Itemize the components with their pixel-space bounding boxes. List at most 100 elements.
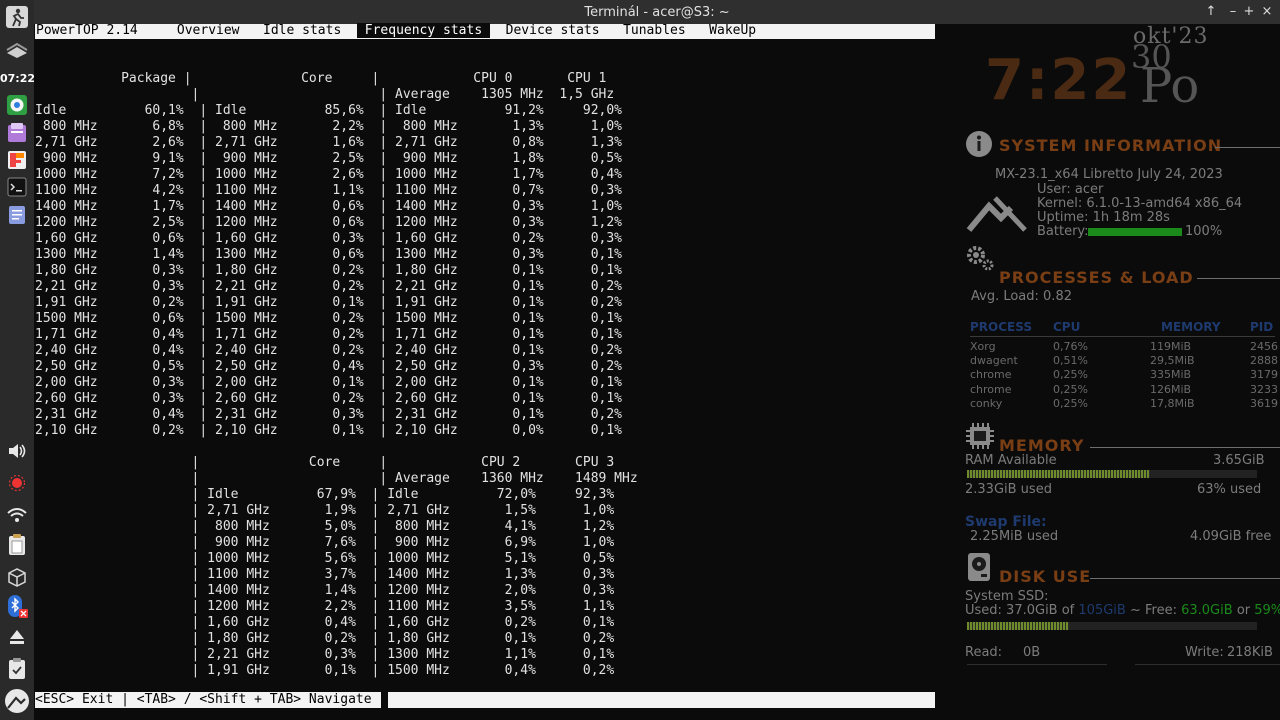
- table-row: 1,60 GHz 0,6% | 1,60 GHz 0,3% | 1,60 GHz…: [35, 231, 622, 246]
- tab-frequency-stats[interactable]: Frequency stats: [356, 23, 490, 38]
- table-row: | 2,21 GHz 0,3% | 1300 MHz 1,1% 0,1%: [35, 647, 615, 662]
- close-button[interactable]: ×: [1258, 3, 1276, 21]
- table-row: 2,50 GHz 0,5% | 2,50 GHz 0,4% | 2,50 GHz…: [35, 359, 622, 374]
- table1-average: | | Average 1305 MHz 1,5 GHz: [35, 87, 615, 102]
- distro: MX-23.1_x64 Libretto July 24, 2023: [995, 167, 1223, 182]
- table-row: 1,80 GHz 0,3% | 1,80 GHz 0,2% | 1,80 GHz…: [35, 263, 622, 278]
- swap-used: 2.25MiB used: [970, 529, 1059, 544]
- disk-bar: [967, 622, 1257, 630]
- frequency-table: Package | Core | CPU 0 CPU 1 | | Average…: [35, 71, 638, 679]
- powertop-menu: PowerTOP 2.14 Overview Idle stats Freque…: [36, 23, 756, 39]
- volume-icon[interactable]: [4, 438, 30, 464]
- table-row: 1200 MHz 2,5% | 1200 MHz 0,6% | 1200 MHz…: [35, 215, 622, 230]
- table-row: | 1200 MHz 2,2% | 1100 MHz 3,5% 1,1%: [35, 599, 615, 614]
- app-menu-icon[interactable]: [4, 4, 30, 30]
- panel-clock[interactable]: 07:22: [0, 72, 35, 85]
- table-row: 1100 MHz 4,2% | 1100 MHz 1,1% | 1100 MHz…: [35, 183, 622, 198]
- disk-label: System SSD:: [965, 589, 1049, 604]
- mx-logo-icon[interactable]: [4, 688, 30, 714]
- ram-bar: [967, 470, 1257, 478]
- table-row: 900 MHz 9,1% | 900 MHz 2,5% | 900 MHz 1,…: [35, 151, 622, 166]
- text-editor-icon[interactable]: [4, 202, 30, 228]
- swap-free: 4.09GiB free: [1190, 529, 1272, 544]
- ram-used: 2.33GiB used: [965, 482, 1052, 497]
- table-row: 1400 MHz 1,7% | 1400 MHz 0,6% | 1400 MHz…: [35, 199, 622, 214]
- tab-tunables[interactable]: Tunables: [623, 23, 686, 38]
- table-row: 2,31 GHz 0,4% | 2,31 GHz 0,3% | 2,31 GHz…: [35, 407, 622, 422]
- table-row: | 1,60 GHz 0,4% | 1,60 GHz 0,2% 0,1%: [35, 615, 615, 630]
- battery-bar: [1088, 228, 1182, 236]
- table-row: | 2,71 GHz 1,9% | 2,71 GHz 1,5% 1,0%: [35, 503, 615, 518]
- bluetooth-icon[interactable]: [4, 594, 30, 620]
- ram-label: RAM Available: [965, 453, 1057, 468]
- status-text: <ESC> Exit | <TAB> / <Shift + TAB> Navig…: [35, 692, 388, 707]
- ram-used-percent: 63% used: [1197, 482, 1262, 497]
- eject-icon[interactable]: [4, 624, 30, 650]
- kernel: Kernel: 6.1.0-13-amd64 x86_64: [1037, 196, 1243, 211]
- file-manager-icon[interactable]: [4, 120, 30, 146]
- status-bar: <ESC> Exit | <TAB> / <Shift + TAB> Navig…: [35, 692, 935, 708]
- blank: [35, 439, 638, 455]
- battery-value: 100%: [1185, 224, 1223, 239]
- chrome-icon[interactable]: [4, 92, 30, 118]
- clipboard-check-icon[interactable]: [4, 656, 30, 682]
- memory-chip-icon: [965, 422, 995, 454]
- wifi-icon[interactable]: [4, 502, 30, 528]
- table-row: 1300 MHz 1,4% | 1300 MHz 0,6% | 1300 MHz…: [35, 247, 622, 262]
- terminal-icon[interactable]: [4, 174, 30, 200]
- user: User: acer: [1037, 182, 1104, 197]
- table-row: | 1400 MHz 1,4% | 1200 MHz 2,0% 0,3%: [35, 583, 615, 598]
- table-row: 2,71 GHz 2,6% | 2,71 GHz 1,6% | 2,71 GHz…: [35, 135, 622, 150]
- table2-header: | Core | CPU 2 CPU 3: [35, 455, 615, 470]
- tab-overview[interactable]: Overview: [177, 23, 240, 38]
- table-row: 2,10 GHz 0,2% | 2,10 GHz 0,1% | 2,10 GHz…: [35, 423, 622, 438]
- table2-average: | | Average 1360 MHz 1489 MHz: [35, 471, 638, 486]
- day-abbr: Po: [1140, 58, 1200, 114]
- mx-logo-icon: [965, 184, 1031, 238]
- table-row: | 1,91 GHz 0,1% | 1500 MHz 0,4% 0,2%: [35, 663, 615, 678]
- avg-load: Avg. Load: 0.82: [971, 289, 1072, 304]
- table-row: Idle 60,1% | Idle 85,6% | Idle 91,2% 92,…: [35, 103, 622, 118]
- titlebar[interactable]: Terminál - acer@S3: ~ ↑ – + ×: [34, 0, 1280, 24]
- powertop-menu-bar: PowerTOP 2.14 Overview Idle stats Freque…: [35, 23, 935, 39]
- table-row: | 800 MHz 5,0% | 800 MHz 4,1% 1,2%: [35, 519, 615, 534]
- conky-widget: okt'23 30 7:22 Po SYSTEM INFORMATION MX-…: [965, 24, 1280, 720]
- table-row: 1,71 GHz 0,4% | 1,71 GHz 0,2% | 1,71 GHz…: [35, 327, 622, 342]
- table-row: 2,40 GHz 0,4% | 2,40 GHz 0,2% | 2,40 GHz…: [35, 343, 622, 358]
- swap-title: Swap File:: [965, 514, 1047, 530]
- disk-title: DISK USE: [999, 567, 1092, 586]
- table-row: | Idle 67,9% | Idle 72,0% 92,3%: [35, 487, 615, 502]
- table-row: | 900 MHz 7,6% | 900 MHz 6,9% 1,0%: [35, 535, 615, 550]
- table-row: 2,00 GHz 0,3% | 2,00 GHz 0,1% | 2,00 GHz…: [35, 375, 622, 390]
- update-icon[interactable]: [4, 470, 30, 496]
- table1-header: Package | Core | CPU 0 CPU 1: [35, 71, 607, 86]
- write-value: 218KiB: [1227, 645, 1273, 660]
- table-row: 800 MHz 6,8% | 800 MHz 2,2% | 800 MHz 1,…: [35, 119, 622, 134]
- processes-title: PROCESSES & LOAD: [999, 268, 1194, 287]
- disk-icon: [967, 552, 991, 586]
- tab-device-stats[interactable]: Device stats: [506, 23, 600, 38]
- tab-idle-stats[interactable]: Idle stats: [263, 23, 341, 38]
- system-title: SYSTEM INFORMATION: [999, 136, 1223, 155]
- keep-above-button[interactable]: ↑: [1202, 3, 1220, 21]
- maximize-button[interactable]: +: [1240, 3, 1258, 21]
- table-row: 2,21 GHz 0,3% | 2,21 GHz 0,2% | 2,21 GHz…: [35, 279, 622, 294]
- ram-value: 3.65GiB: [1213, 453, 1265, 468]
- window-title: Terminál - acer@S3: ~: [584, 5, 730, 20]
- write-label: Write:: [1185, 645, 1224, 660]
- read-value: 0B: [1023, 645, 1041, 660]
- battery-label: Battery:: [1037, 224, 1089, 239]
- table-row: | 1100 MHz 3,7% | 1400 MHz 1,3% 0,3%: [35, 567, 615, 582]
- app-name: PowerTOP 2.14: [36, 23, 138, 38]
- package-icon[interactable]: [4, 564, 30, 590]
- table-row: | 1000 MHz 5,6% | 1000 MHz 5,1% 0,5%: [35, 551, 615, 566]
- show-desktop-icon[interactable]: [4, 38, 30, 64]
- left-panel: 07:22: [0, 0, 35, 720]
- clipboard-icon[interactable]: [4, 532, 30, 558]
- tab-wakeup[interactable]: WakeUp: [709, 23, 756, 38]
- table-row: 1,91 GHz 0,2% | 1,91 GHz 0,1% | 1,91 GHz…: [35, 295, 622, 310]
- gears-icon: [965, 242, 995, 276]
- clock-time: 7:22: [985, 48, 1133, 113]
- firefox-icon[interactable]: [4, 147, 30, 173]
- table-row: 1000 MHz 7,2% | 1000 MHz 2,6% | 1000 MHz…: [35, 167, 622, 182]
